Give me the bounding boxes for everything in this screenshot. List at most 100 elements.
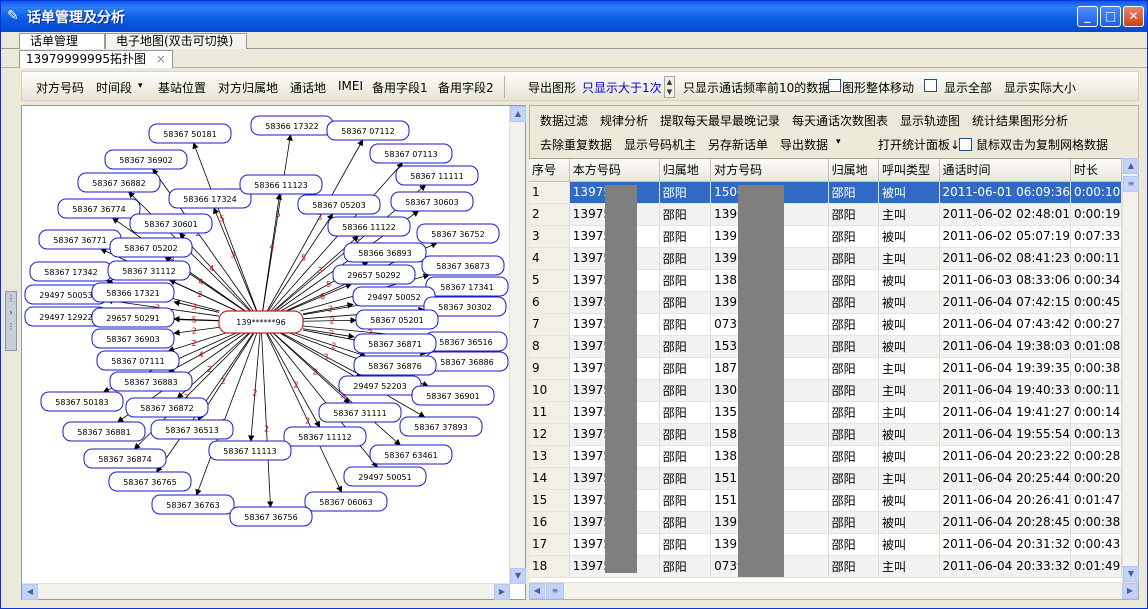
save-as-button[interactable]: 另存新话单 <box>708 136 768 153</box>
contact-node[interactable]: 58366 11122 <box>327 216 411 237</box>
contact-node[interactable]: 58366 11123 <box>239 174 323 195</box>
min-count-spinner[interactable]: ▲ ▼ <box>664 76 675 98</box>
scroll-right-icon[interactable]: ▶ <box>1122 583 1138 599</box>
contact-node[interactable]: 58367 36774 <box>57 198 141 219</box>
contact-node[interactable]: 58367 36765 <box>108 471 192 492</box>
contact-node[interactable]: 58366 36893 <box>343 242 427 263</box>
column-header[interactable]: 归属地 <box>828 159 879 182</box>
contact-node[interactable]: 58367 11113 <box>208 440 292 461</box>
scroll-down-icon[interactable]: ▼ <box>1123 566 1139 582</box>
show-actual-size-button[interactable]: 显示实际大小 <box>1004 79 1076 96</box>
contact-node[interactable]: 58367 11111 <box>395 165 479 186</box>
contact-node[interactable]: 58367 30603 <box>390 191 474 212</box>
show-all-checkbox[interactable] <box>924 79 937 92</box>
maximize-button[interactable]: □ <box>1100 6 1121 27</box>
show-owner-button[interactable]: 显示号码机主 <box>624 136 696 153</box>
contact-node[interactable]: 58367 07113 <box>369 143 453 164</box>
column-header[interactable]: 通话时间 <box>939 159 1071 182</box>
contact-node[interactable]: 58367 36881 <box>62 421 146 442</box>
close-button[interactable]: ✕ <box>1123 6 1144 27</box>
column-header[interactable]: 本方号码 <box>569 159 660 182</box>
contact-node[interactable]: 58367 36516 <box>424 331 508 352</box>
contact-node[interactable]: 58367 17342 <box>29 261 113 282</box>
earliest-latest-button[interactable]: 提取每天最早最晚记录 <box>660 112 780 129</box>
graph-move-checkbox[interactable] <box>828 79 841 92</box>
tab-close-icon[interactable]: × <box>156 51 166 68</box>
dedupe-button[interactable]: 去除重复数据 <box>540 136 612 153</box>
contact-node[interactable]: 58367 36872 <box>125 397 209 418</box>
scroll-right-icon[interactable]: ▶ <box>494 584 510 600</box>
scroll-left-icon[interactable]: ◀ <box>22 584 38 600</box>
pattern-analysis-button[interactable]: 规律分析 <box>600 112 648 129</box>
toolbar-imei[interactable]: IMEI <box>338 79 363 93</box>
stats-panel-button[interactable]: 打开统计面板↓ <box>878 136 960 153</box>
contact-node[interactable]: 58367 36752 <box>416 223 500 244</box>
graph-vertical-scrollbar[interactable]: ▲ ▼ <box>509 106 526 584</box>
show-track-button[interactable]: 显示轨迹图 <box>900 112 960 129</box>
contact-node[interactable]: 58367 36882 <box>77 172 161 193</box>
contact-node[interactable]: 29657 50292 <box>332 264 416 285</box>
scroll-thumb[interactable]: ≡ <box>1123 176 1139 192</box>
scroll-up-icon[interactable]: ▲ <box>1123 158 1139 174</box>
panel-splitter[interactable]: ⋮ › ⋮ <box>5 291 17 351</box>
contact-node[interactable]: 58366 17324 <box>168 188 252 209</box>
contact-node[interactable]: 58367 36763 <box>151 494 235 515</box>
column-header[interactable]: 归属地 <box>659 159 712 182</box>
toolbar-spare-field-1[interactable]: 备用字段1 <box>372 79 428 96</box>
toolbar-call-place[interactable]: 通话地 <box>290 79 326 96</box>
contact-node[interactable]: 58367 36756 <box>229 506 313 527</box>
center-node[interactable]: 139******96 <box>218 310 304 334</box>
tab-topology[interactable]: 13979999995拓扑图 × <box>19 50 173 68</box>
contact-node[interactable]: 58367 17341 <box>425 276 509 297</box>
graph-horizontal-scrollbar[interactable]: ◀ ▶ <box>22 583 510 600</box>
contact-node[interactable]: 58367 07111 <box>96 350 180 371</box>
column-header[interactable]: 序号 <box>529 159 570 182</box>
contact-node[interactable]: 58367 31111 <box>318 402 402 423</box>
contact-node[interactable]: 58367 11112 <box>283 426 367 447</box>
topology-graph[interactable]: 5353223345234323453226233222522223224333… <box>22 106 510 584</box>
export-data-button[interactable]: 导出数据 <box>780 136 828 153</box>
scroll-left-icon[interactable]: ◀ <box>529 583 545 599</box>
copy-grid-checkbox[interactable] <box>959 138 972 151</box>
contact-node[interactable]: 58367 06063 <box>304 491 388 512</box>
contact-node[interactable]: 58367 30601 <box>129 213 213 234</box>
contact-node[interactable]: 58366 17321 <box>91 282 175 303</box>
contact-node[interactable]: 58367 07112 <box>326 120 410 141</box>
contact-node[interactable]: 58367 05202 <box>109 237 193 258</box>
table-vertical-scrollbar[interactable]: ▲ ≡ ▼ <box>1122 158 1139 582</box>
contact-node[interactable]: 29657 50291 <box>91 307 175 328</box>
contact-node[interactable]: 58367 50183 <box>40 391 124 412</box>
contact-node[interactable]: 29497 50051 <box>343 466 427 487</box>
toolbar-peer-number[interactable]: 对方号码 <box>36 79 84 96</box>
stats-graph-button[interactable]: 统计结果图形分析 <box>972 112 1068 129</box>
data-filter-button[interactable]: 数据过滤 <box>540 112 588 129</box>
contact-node[interactable]: 29497 52203 <box>338 375 422 396</box>
export-graph-button[interactable]: 导出图形 <box>528 79 576 96</box>
minimize-button[interactable]: _ <box>1077 6 1098 27</box>
contact-node[interactable]: 58367 31112 <box>107 260 191 281</box>
contact-node[interactable]: 58367 36513 <box>150 419 234 440</box>
scroll-up-icon[interactable]: ▲ <box>510 106 526 122</box>
chevron-down-icon[interactable]: ▾ <box>836 137 841 147</box>
title-bar[interactable]: ✎ 话单管理及分析 _ □ ✕ <box>1 1 1147 32</box>
contact-node[interactable]: 58367 36874 <box>83 448 167 469</box>
contact-node[interactable]: 58367 36873 <box>421 255 505 276</box>
table-horizontal-scrollbar[interactable]: ◀ ≡ ▶ <box>529 582 1138 599</box>
contact-node[interactable]: 58367 36876 <box>353 355 437 376</box>
column-header[interactable]: 对方号码 <box>710 159 829 182</box>
contact-node[interactable]: 58367 50181 <box>148 123 232 144</box>
contact-node[interactable]: 29497 50052 <box>352 286 436 307</box>
contact-node[interactable]: 58367 36901 <box>411 385 495 406</box>
contact-node[interactable]: 58367 36886 <box>425 351 509 372</box>
scroll-thumb[interactable]: ≡ <box>546 583 564 599</box>
scroll-down-icon[interactable]: ▼ <box>510 568 526 584</box>
contact-node[interactable]: 58367 36883 <box>109 371 193 392</box>
contact-node[interactable]: 58367 05201 <box>355 309 439 330</box>
toolbar-base-station[interactable]: 基站位置 <box>158 79 206 96</box>
min-count-input[interactable]: 只显示大于1次 <box>582 79 662 96</box>
chevron-down-icon[interactable]: ▾ <box>138 81 143 91</box>
contact-node[interactable]: 58367 36903 <box>91 328 175 349</box>
contact-node[interactable]: 58367 36871 <box>353 333 437 354</box>
contact-node[interactable]: 58367 05203 <box>297 194 381 215</box>
column-header[interactable]: 时长 <box>1070 159 1122 182</box>
